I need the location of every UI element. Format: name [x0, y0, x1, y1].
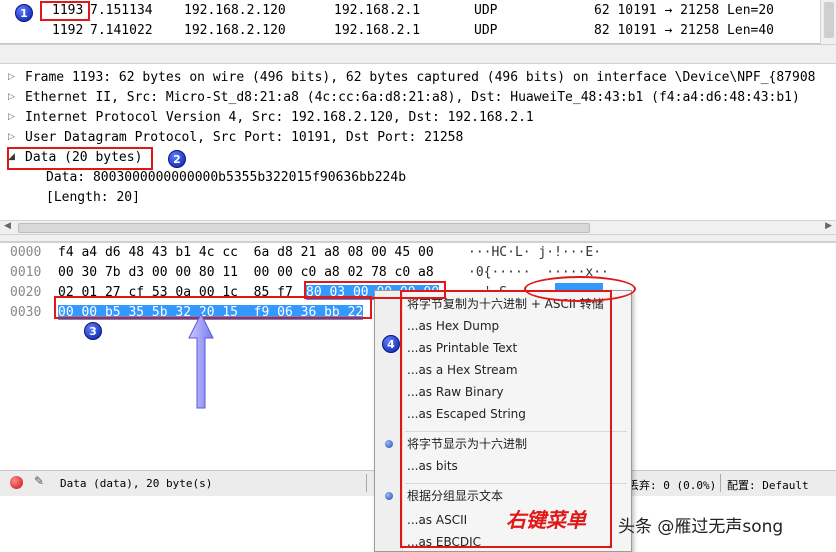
detail-udp[interactable]: ▷ User Datagram Protocol, Src Port: 1019… — [0, 128, 836, 148]
packet-protocol: UDP — [474, 3, 498, 18]
radio-selected-icon — [385, 440, 393, 448]
packet-time: 7.141022 — [90, 23, 153, 38]
pane-splitter[interactable] — [0, 44, 836, 64]
hex-row[interactable]: f4 a4 d6 48 43 b1 4c cc 6a d8 21 a8 08 0… — [58, 245, 434, 260]
packet-list[interactable]: 1193 7.151134 192.168.2.120 192.168.2.1 … — [0, 0, 836, 44]
edit-comment-icon[interactable]: ✎ — [34, 474, 44, 488]
packet-time: 7.151134 — [90, 3, 153, 18]
status-info: Data (data), 20 byte(s) — [60, 477, 213, 490]
status-divider — [366, 474, 367, 492]
annotation-badge: 2 — [168, 150, 186, 168]
arrow-up-icon — [188, 312, 214, 409]
packet-source: 192.168.2.120 — [184, 3, 286, 18]
details-horizontal-scrollbar[interactable]: ◀ ▶ — [0, 220, 836, 234]
expand-icon[interactable]: ▷ — [8, 92, 18, 102]
packet-destination: 192.168.2.1 — [334, 23, 421, 38]
expand-icon[interactable]: ▷ — [8, 132, 18, 142]
ascii-row[interactable]: ···HC·L· j·!···E· — [468, 245, 601, 260]
status-dropped: 丢弃: 0 (0.0%) — [628, 479, 717, 492]
scroll-thumb[interactable] — [18, 223, 590, 233]
packet-source: 192.168.2.120 — [184, 23, 286, 38]
byte-offset: 0020 — [10, 285, 42, 300]
detail-ethernet[interactable]: ▷ Ethernet II, Src: Micro-St_d8:21:a8 (4… — [0, 88, 836, 108]
status-profile[interactable]: 配置: Default — [727, 477, 809, 493]
radio-selected-icon — [385, 492, 393, 500]
annotation-box-packet — [40, 1, 90, 21]
expand-icon[interactable]: ▷ — [8, 72, 18, 82]
packet-destination: 192.168.2.1 — [334, 3, 421, 18]
annotation-label: 右键菜单 — [506, 508, 586, 532]
detail-frame[interactable]: ▷ Frame 1193: 62 bytes on wire (496 bits… — [0, 68, 836, 88]
annotation-box-data — [7, 147, 153, 170]
packet-row[interactable]: 1192 7.141022 192.168.2.120 192.168.2.1 … — [0, 21, 820, 41]
detail-data-length[interactable]: [Length: 20] — [0, 188, 836, 208]
expand-icon[interactable]: ▷ — [8, 112, 18, 122]
pane-splitter[interactable] — [0, 234, 836, 242]
status-divider — [720, 474, 721, 492]
annotation-badge: 3 — [84, 322, 102, 340]
byte-offset: 0000 — [10, 245, 42, 260]
detail-ip[interactable]: ▷ Internet Protocol Version 4, Src: 192.… — [0, 108, 836, 128]
hex-row[interactable]: 00 30 7b d3 00 00 80 11 00 00 c0 a8 02 7… — [58, 265, 434, 280]
packet-row-selected[interactable]: 1193 7.151134 192.168.2.120 192.168.2.1 … — [0, 1, 820, 21]
capture-status-icon[interactable] — [10, 476, 23, 489]
packet-info: 62 10191 → 21258 Len=20 — [594, 3, 775, 18]
packet-details[interactable]: ▷ Frame 1193: 62 bytes on wire (496 bits… — [0, 64, 836, 234]
watermark: 头条 @雁过无声song — [618, 517, 784, 537]
packet-list-scrollbar[interactable] — [820, 0, 836, 44]
packet-protocol: UDP — [474, 23, 498, 38]
menu-gutter — [375, 291, 403, 551]
byte-offset: 0010 — [10, 265, 42, 280]
scroll-left-icon[interactable]: ◀ — [4, 221, 11, 231]
annotation-badge: 4 — [382, 335, 400, 353]
packet-info: 82 10191 → 21258 Len=40 — [594, 23, 775, 38]
byte-offset: 0030 — [10, 305, 42, 320]
detail-data-value[interactable]: Data: 8003000000000000b5355b322015f90636… — [0, 168, 836, 188]
packet-number: 1192 — [52, 23, 84, 38]
annotation-badge: 1 — [15, 4, 33, 22]
scroll-right-icon[interactable]: ▶ — [825, 221, 832, 231]
